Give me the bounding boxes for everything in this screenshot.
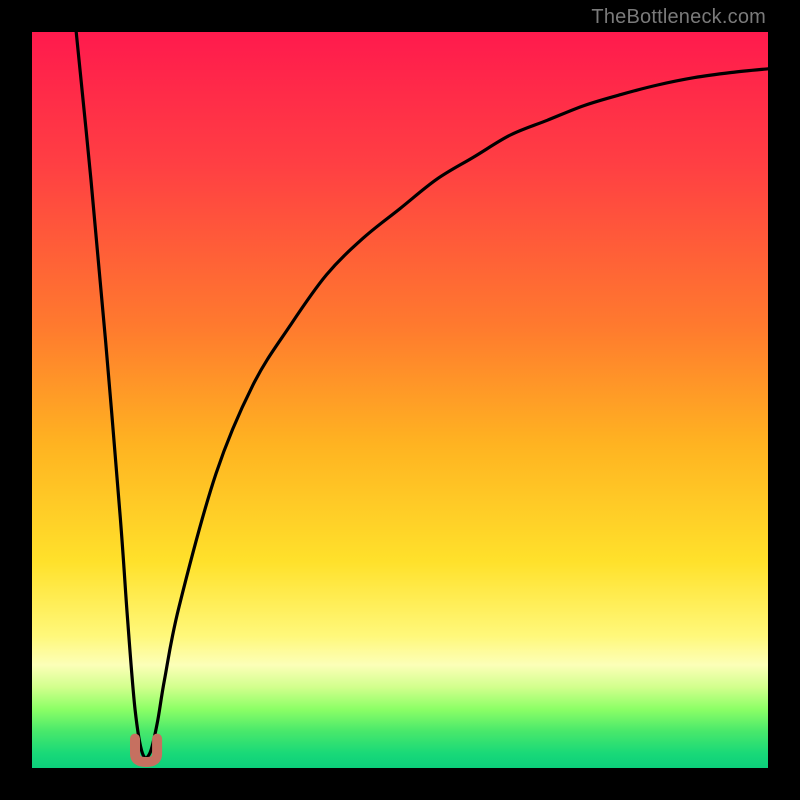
plot-area: [32, 32, 768, 768]
curve-layer: [32, 32, 768, 768]
watermark-text: TheBottleneck.com: [591, 6, 766, 29]
minimum-marker: [135, 739, 157, 762]
bottleneck-curve: [76, 32, 768, 758]
chart-frame: TheBottleneck.com: [0, 0, 800, 800]
